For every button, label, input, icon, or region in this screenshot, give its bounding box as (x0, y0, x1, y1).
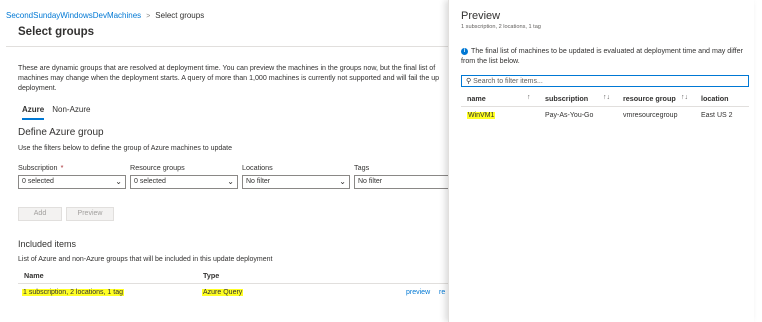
sort-icon[interactable]: ↑↓ (681, 94, 688, 101)
subscription-label-text: Subscription (18, 163, 58, 172)
tab-non-azure[interactable]: Non-Azure (52, 105, 90, 120)
sort-icon[interactable]: ↑↓ (603, 94, 610, 101)
sort-icon[interactable]: ↑ (527, 94, 531, 101)
info-message: i The final list of machines to be update… (461, 46, 751, 66)
included-items-subtitle: List of Azure and non-Azure groups that … (18, 256, 273, 263)
resource-groups-dropdown-value: 0 selected (134, 178, 166, 185)
tab-azure[interactable]: Azure (22, 105, 45, 120)
section-subtitle: Use the filters below to define the grou… (18, 145, 233, 152)
preview-row-name: WinVM1 (467, 112, 496, 119)
preview-panel: Preview 1 subscription, 2 locations, 1 t… (448, 0, 754, 322)
breadcrumb-current: Select groups (155, 11, 205, 20)
preview-button[interactable]: Preview (66, 207, 114, 221)
column-header-resource-group[interactable]: resource group (623, 94, 676, 103)
tags-dropdown-value: No filter (358, 178, 383, 185)
tags-label: Tags (354, 163, 370, 172)
column-header-name[interactable]: name (467, 94, 486, 103)
search-placeholder: Search to filter items... (473, 78, 543, 85)
locations-dropdown-value: No filter (246, 178, 271, 185)
included-item-name-text: 1 subscription, 2 locations, 1 tag (22, 289, 125, 296)
tab-bar: Azure Non-Azure (22, 105, 90, 120)
included-items-title: Included items (18, 239, 77, 249)
description-line: deployment. (18, 84, 57, 93)
tags-dropdown[interactable]: No filter (354, 175, 448, 189)
chevron-down-icon: ⌄ (115, 177, 122, 186)
included-item-preview-link[interactable]: preview (406, 289, 430, 296)
subscription-label: Subscription * (18, 163, 63, 172)
resource-groups-label: Resource groups (130, 163, 185, 172)
included-items-divider (18, 283, 448, 284)
column-header-type: Type (203, 271, 220, 280)
filter-search-input[interactable]: ⚲ Search to filter items... (461, 75, 749, 87)
subscription-dropdown[interactable]: 0 selected ⌄ (18, 175, 126, 189)
preview-table-divider (461, 106, 749, 107)
add-button[interactable]: Add (18, 207, 62, 221)
description-line: These are dynamic groups that are resolv… (18, 64, 436, 72)
column-header-subscription[interactable]: subscription (545, 94, 588, 103)
chevron-down-icon: ⌄ (339, 177, 346, 186)
preview-row-subscription: Pay-As-You-Go (545, 112, 594, 119)
breadcrumb-parent-link[interactable]: SecondSundayWindowsDevMachines (6, 11, 141, 20)
resource-groups-dropdown[interactable]: 0 selected ⌄ (130, 175, 238, 189)
preview-row-resource-group: vmresourcegroup (623, 112, 678, 119)
page-title: Select groups (18, 26, 95, 38)
section-title: Define Azure group (18, 127, 104, 138)
subscription-dropdown-value: 0 selected (22, 178, 54, 185)
preview-row-location: East US 2 (701, 112, 733, 119)
preview-title: Preview (461, 10, 501, 22)
info-icon: i (461, 47, 468, 55)
info-message-text: The final list of machines to be updated… (461, 47, 743, 65)
preview-subtitle: 1 subscription, 2 locations, 1 tag (461, 24, 541, 30)
included-item-type-text: Azure Query (202, 289, 244, 296)
column-header-name: Name (24, 271, 44, 280)
chevron-right-icon: > (146, 13, 151, 20)
chevron-down-icon: ⌄ (227, 177, 234, 186)
header-divider (6, 46, 448, 47)
included-item-remove-link[interactable]: re (439, 289, 445, 296)
description-line: machines may change when the deployment … (18, 74, 440, 83)
locations-dropdown[interactable]: No filter ⌄ (242, 175, 350, 189)
required-marker: * (60, 163, 64, 172)
search-icon: ⚲ (466, 78, 472, 85)
included-item-type: Azure Query (202, 289, 244, 296)
column-header-location[interactable]: location (701, 94, 729, 103)
preview-row-name-text: WinVM1 (467, 112, 496, 119)
breadcrumb: SecondSundayWindowsDevMachines > Select gr… (6, 11, 204, 20)
description: These are dynamic groups that are resolv… (18, 63, 448, 94)
included-item-name: 1 subscription, 2 locations, 1 tag (22, 289, 125, 296)
select-groups-blade: SecondSundayWindowsDevMachines > Select gr… (0, 0, 448, 322)
locations-label: Locations (242, 163, 273, 172)
